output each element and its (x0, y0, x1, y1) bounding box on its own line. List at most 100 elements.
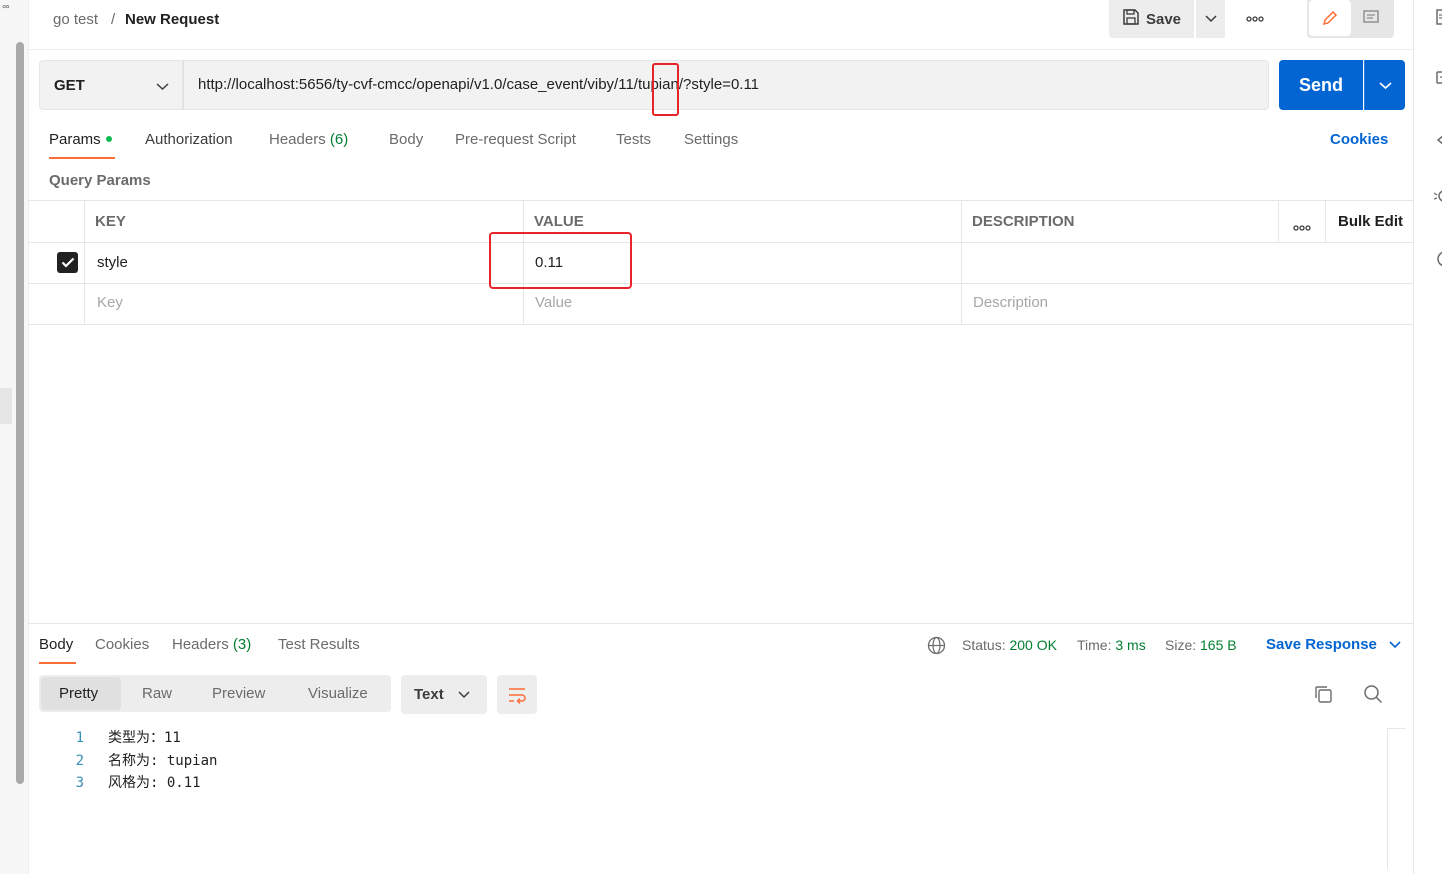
column-header-key: KEY (95, 213, 126, 230)
chevron-down-icon (1389, 641, 1401, 649)
active-tab-indicator (39, 662, 76, 664)
column-header-value: VALUE (534, 213, 584, 230)
tab-authorization[interactable]: Authorization (145, 130, 233, 150)
wrap-lines-icon (509, 687, 526, 704)
table-border-bottom (28, 324, 1413, 325)
comment-icon (1363, 10, 1379, 23)
time-value: 3 ms (1115, 637, 1146, 653)
bulk-edit-button[interactable]: Bulk Edit (1338, 212, 1403, 232)
view-mode-pretty[interactable]: Pretty (59, 684, 98, 704)
pencil-icon (1322, 10, 1338, 26)
table-col-divider (1325, 200, 1326, 242)
breadcrumb-separator: / (111, 11, 116, 28)
format-label: Text (414, 686, 444, 703)
response-time[interactable]: Time: 3 ms (1077, 635, 1146, 655)
status-value: 200 OK (1009, 637, 1057, 653)
comments-icon[interactable] (1432, 70, 1442, 88)
left-scrollbar[interactable] (16, 42, 24, 784)
checkmark-icon (61, 257, 74, 268)
view-mode-preview[interactable]: Preview (212, 684, 265, 704)
more-actions-button[interactable] (1240, 6, 1270, 32)
table-border-top (28, 200, 1413, 201)
chevron-down-icon (1204, 15, 1217, 23)
copy-icon[interactable] (1313, 684, 1333, 709)
tab-count: (3) (232, 636, 252, 653)
response-tab-cookies[interactable]: Cookies (95, 635, 149, 655)
code-line: 3 风格为: 0.11 (66, 772, 201, 794)
tab-tests[interactable]: Tests (616, 130, 651, 150)
save-options-button[interactable] (1196, 0, 1225, 38)
path-param-highlight-annotation (652, 63, 679, 116)
code-icon[interactable] (1432, 131, 1442, 149)
table-header-divider (28, 242, 1413, 243)
column-options-button[interactable] (1293, 218, 1311, 236)
code-line: 2 名称为: tupian (66, 750, 218, 772)
active-tab-indicator (49, 157, 115, 159)
chevron-down-icon (458, 690, 470, 698)
new-param-description-input[interactable]: Description (973, 293, 1048, 313)
save-response-button[interactable]: Save Response (1266, 635, 1401, 655)
size-label: Size: (1165, 637, 1197, 653)
time-label: Time: (1077, 637, 1112, 653)
tab-settings[interactable]: Settings (684, 130, 738, 150)
tab-label: Headers (269, 131, 326, 148)
response-status[interactable]: Status: 200 OK (962, 635, 1057, 655)
new-param-key-input[interactable]: Key (97, 293, 123, 313)
response-divider[interactable] (28, 623, 1413, 624)
view-mode-visualize[interactable]: Visualize (308, 684, 368, 704)
sidebar-resize-handle[interactable] (0, 388, 12, 424)
lightbulb-icon[interactable] (1432, 189, 1442, 207)
url-input[interactable]: http://localhost:5656/ty-cvf-cmcc/openap… (183, 60, 1269, 110)
param-key-cell[interactable]: style (97, 253, 128, 273)
tab-count: (6) (329, 131, 349, 148)
code-line: 1 类型为：11 (66, 727, 181, 749)
send-button[interactable]: Send (1279, 60, 1363, 110)
tab-params[interactable]: Params (49, 130, 112, 150)
response-tab-body[interactable]: Body (39, 635, 73, 655)
tab-body[interactable]: Body (389, 130, 423, 150)
line-number: 1 (75, 730, 84, 746)
info-icon[interactable] (1432, 250, 1442, 268)
column-header-description: DESCRIPTION (972, 213, 1075, 230)
response-tab-headers[interactable]: Headers (3) (172, 635, 251, 655)
view-mode-raw[interactable]: Raw (142, 684, 172, 704)
save-label: Save (1145, 10, 1182, 28)
send-options-button[interactable] (1364, 60, 1405, 110)
value-highlight-annotation (489, 232, 632, 289)
cookies-link[interactable]: Cookies (1330, 130, 1388, 150)
line-text: 类型为：11 (108, 730, 181, 746)
tab-label: Params (49, 131, 101, 148)
method-label: GET (54, 76, 85, 94)
page-title[interactable]: New Request (125, 10, 219, 30)
tab-headers[interactable]: Headers (6) (269, 130, 348, 150)
response-size[interactable]: Size: 165 B (1165, 635, 1237, 655)
more-dots-icon[interactable]: °° (2, 4, 10, 16)
params-active-dot (105, 136, 112, 143)
documentation-icon[interactable] (1432, 8, 1442, 26)
ellipsis-icon (1246, 16, 1264, 22)
tab-label: Headers (172, 636, 229, 653)
status-label: Status: (962, 637, 1006, 653)
query-params-title: Query Params (49, 172, 151, 189)
edit-mode-button[interactable] (1309, 0, 1351, 36)
ellipsis-icon (1293, 225, 1311, 231)
tab-pre-request-script[interactable]: Pre-request Script (455, 130, 576, 150)
line-number: 2 (75, 753, 84, 769)
response-format-select[interactable]: Text (401, 675, 487, 714)
breadcrumb-collection[interactable]: go test (53, 10, 98, 30)
globe-icon[interactable] (927, 636, 946, 660)
save-response-label: Save Response (1266, 636, 1377, 653)
response-tab-test-results[interactable]: Test Results (278, 635, 360, 655)
left-sidebar-strip (0, 0, 29, 874)
param-enabled-checkbox[interactable] (57, 252, 78, 273)
save-button[interactable]: Save (1109, 0, 1194, 38)
comment-mode-button[interactable] (1351, 0, 1391, 36)
new-param-value-input[interactable]: Value (535, 293, 572, 313)
line-number: 3 (75, 775, 84, 791)
line-text: 风格为: 0.11 (108, 775, 201, 791)
size-value: 165 B (1200, 637, 1237, 653)
chevron-down-icon (1378, 81, 1392, 89)
code-scrollbar[interactable] (1387, 728, 1406, 869)
word-wrap-button[interactable] (497, 675, 537, 714)
search-icon[interactable] (1363, 684, 1383, 709)
